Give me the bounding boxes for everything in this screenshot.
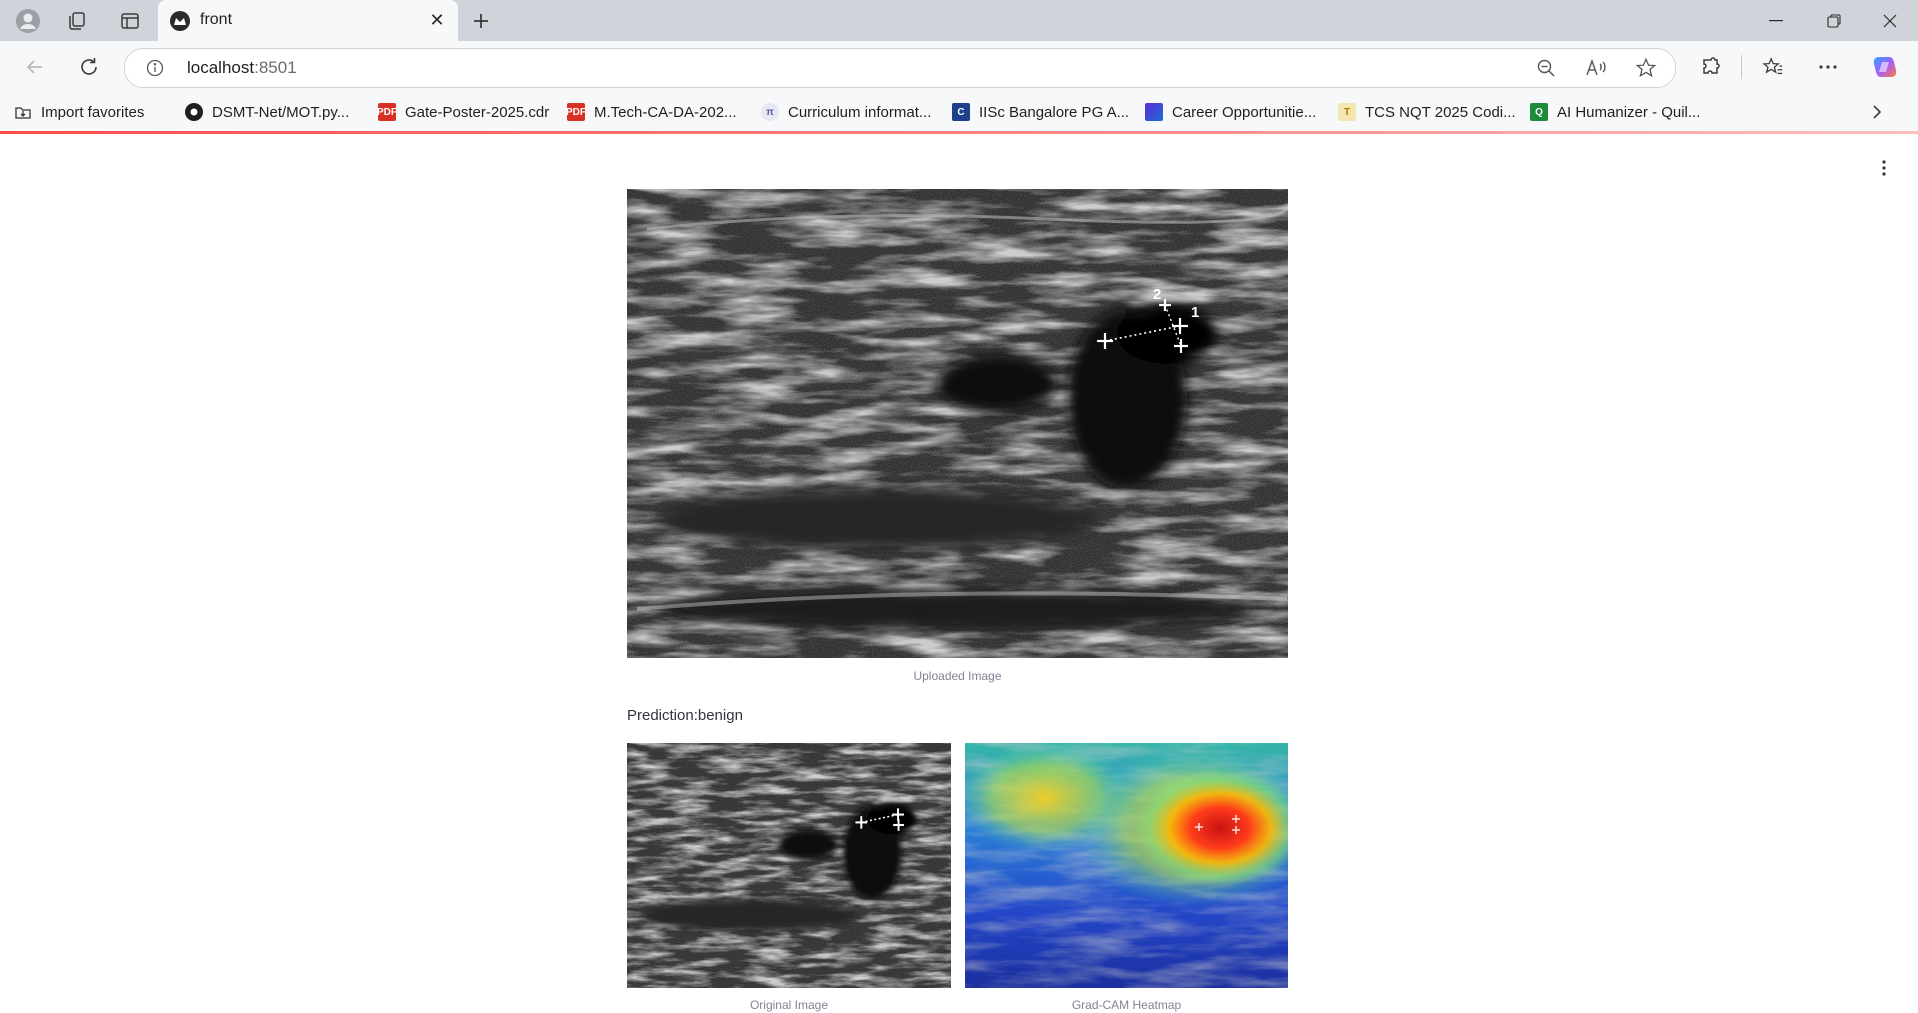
favorite-tcs[interactable]: T TCS NQT 2025 Codi... xyxy=(1338,101,1516,123)
marker-1: 1 xyxy=(1191,304,1199,321)
favorite-gate-poster[interactable]: PDF Gate-Poster-2025.cdr xyxy=(377,101,550,123)
favorite-label: TCS NQT 2025 Codi... xyxy=(1365,103,1516,121)
marker-2: 2 xyxy=(1153,286,1161,303)
c-icon: C xyxy=(952,103,970,121)
close-tab-icon[interactable]: ✕ xyxy=(426,9,448,31)
favorite-label: AI Humanizer - Quil... xyxy=(1557,103,1701,121)
original-image-caption: Original Image xyxy=(749,998,829,1012)
gradcam-heatmap-caption: Grad-CAM Heatmap xyxy=(1071,998,1182,1012)
uploaded-image: 1 2 xyxy=(627,189,1288,658)
favorites-bar: Import favorites DSMT-Net/MOT.py... PDF … xyxy=(0,93,1918,131)
chevron-right-icon[interactable] xyxy=(1864,99,1890,125)
favorite-label: Curriculum informat... xyxy=(788,103,932,121)
site-info-icon[interactable] xyxy=(145,58,165,78)
favorite-label: Career Opportunitie... xyxy=(1172,103,1317,121)
toolbar-divider xyxy=(1741,55,1742,79)
career-icon xyxy=(1145,103,1163,121)
favorite-import[interactable]: Import favorites xyxy=(14,101,144,123)
main-menu-icon[interactable] xyxy=(1872,156,1896,180)
favorite-label: IISc Bangalore PG A... xyxy=(979,103,1130,121)
pdf-icon: PDF xyxy=(377,103,397,121)
favorites-icon[interactable] xyxy=(1755,50,1791,84)
tab-title: front xyxy=(200,11,233,28)
zoom-out-icon[interactable] xyxy=(1533,55,1559,81)
favorite-dsmt-net[interactable]: DSMT-Net/MOT.py... xyxy=(185,101,349,123)
extensions-icon[interactable] xyxy=(1693,50,1729,84)
favorite-label: DSMT-Net/MOT.py... xyxy=(212,103,350,121)
copilot-icon[interactable] xyxy=(1867,50,1903,84)
tcs-icon: T xyxy=(1338,103,1356,121)
quillbot-icon: Q xyxy=(1530,103,1548,121)
favorite-career[interactable]: Career Opportunitie... xyxy=(1145,101,1316,123)
gradcam-heatmap-image xyxy=(965,743,1288,988)
tab-actions-icon[interactable] xyxy=(115,6,145,36)
favorite-iisc[interactable]: C IISc Bangalore PG A... xyxy=(952,101,1129,123)
tab-strip: front ✕ xyxy=(0,0,1918,42)
address-bar[interactable]: localhost:8501 xyxy=(124,48,1676,88)
streamlit-icon xyxy=(170,11,190,31)
original-image xyxy=(627,743,951,988)
browser-toolbar: localhost:8501 xyxy=(0,41,1918,93)
read-aloud-icon[interactable] xyxy=(1583,55,1609,81)
new-tab-icon[interactable] xyxy=(466,6,496,36)
window-close-icon[interactable] xyxy=(1862,0,1918,41)
curriculum-icon: π xyxy=(761,103,779,121)
app-header-decoration xyxy=(0,131,1918,134)
tab-front[interactable]: front ✕ xyxy=(158,0,458,42)
favorite-label: M.Tech-CA-DA-202... xyxy=(594,103,737,121)
uploaded-image-caption: Uploaded Image xyxy=(913,669,1002,683)
favorite-mtech[interactable]: PDF M.Tech-CA-DA-202... xyxy=(566,101,737,123)
prediction-text: Prediction:benign xyxy=(627,707,743,724)
pdf-icon: PDF xyxy=(566,103,586,121)
url-port: :8501 xyxy=(254,58,297,77)
favorite-label: Import favorites xyxy=(41,103,145,121)
import-icon xyxy=(14,103,32,121)
github-icon xyxy=(185,103,203,121)
more-options-icon[interactable] xyxy=(1810,50,1846,84)
favorite-label: Gate-Poster-2025.cdr xyxy=(405,103,550,121)
minimize-icon[interactable] xyxy=(1748,0,1804,41)
profile-icon[interactable] xyxy=(13,6,43,36)
workspaces-icon[interactable] xyxy=(62,6,92,36)
refresh-icon[interactable] xyxy=(71,50,107,84)
url-text[interactable]: localhost:8501 xyxy=(187,58,297,78)
restore-icon[interactable] xyxy=(1806,0,1862,41)
back-icon[interactable] xyxy=(17,50,53,84)
favorite-curriculum[interactable]: π Curriculum informat... xyxy=(761,101,931,123)
url-host: localhost xyxy=(187,58,255,77)
favorite-star-icon[interactable] xyxy=(1633,55,1659,81)
favorite-ai-humanizer[interactable]: Q AI Humanizer - Quil... xyxy=(1530,101,1700,123)
